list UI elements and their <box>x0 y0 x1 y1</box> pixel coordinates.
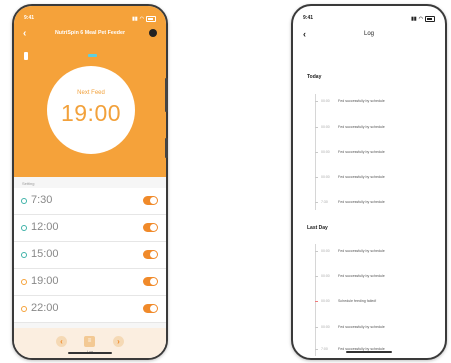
home-indicator <box>68 352 112 354</box>
battery-icon <box>146 16 156 22</box>
settings-icon[interactable] <box>149 29 157 37</box>
timeline-tick <box>315 349 318 350</box>
battery-icon <box>425 16 435 22</box>
device-battery-icon <box>24 52 28 60</box>
log-entry: 00:00 Fed successfully by schedule <box>311 98 439 106</box>
bottom-nav: ‹ ≡ › Log <box>14 328 166 358</box>
log-entry-message: Fed successfully by schedule <box>338 99 385 103</box>
log-entry-time: 7:00 <box>321 347 328 351</box>
clock-icon <box>21 198 27 204</box>
log-entry: 00:00 Fed successfully by schedule <box>311 149 439 157</box>
log-entry-time: 00:00 <box>321 249 330 253</box>
log-entry-time: 00:00 <box>321 125 330 129</box>
next-feed-time: 19:00 <box>60 100 122 126</box>
wifi-icon: ◠ <box>418 16 423 22</box>
home-indicator <box>346 351 392 353</box>
schedule-time: 12:00 <box>31 221 59 233</box>
status-time: 9:41 <box>24 15 35 21</box>
section-title-last-day: Last Day <box>307 225 328 231</box>
log-entry-message: Fed successfully by schedule <box>338 249 385 253</box>
clock-icon <box>21 252 27 258</box>
schedule-toggle[interactable] <box>143 196 158 205</box>
timeline-tick <box>315 327 318 328</box>
previous-icon[interactable]: ‹ <box>56 336 67 347</box>
timeline-tick <box>315 276 318 277</box>
status-time: 9:41 <box>303 15 314 21</box>
next-feed-dial: Next Feed 19:00 <box>47 66 135 154</box>
timeline-tick <box>315 251 318 252</box>
clock-icon <box>21 225 27 231</box>
next-icon[interactable]: › <box>113 336 124 347</box>
log-entry: 00:00 Fed successfully by schedule <box>311 324 439 332</box>
schedule-time: 19:00 <box>31 275 59 287</box>
clock-icon <box>21 306 27 312</box>
log-entry-message: Schedule feeding failed! <box>338 299 377 303</box>
schedule-row[interactable]: 12:00 <box>14 215 166 242</box>
schedule-row[interactable]: 15:00 <box>14 242 166 269</box>
log-entry-time: 00:00 <box>321 325 330 329</box>
feeder-title: NutriSpin 6 Meal Pet Feeder <box>54 30 126 36</box>
schedule-toggle[interactable] <box>143 250 158 259</box>
log-nav-header: ‹ Log <box>293 29 445 42</box>
schedule-toggle[interactable] <box>143 223 158 232</box>
feeder-nav-header: ‹ NutriSpin 6 Meal Pet Feeder <box>14 28 166 42</box>
timeline-tick <box>315 301 318 302</box>
timeline-tick <box>315 152 318 153</box>
page-title: Log <box>363 31 374 37</box>
feeder-phone: 9:41 ▮▮ ◠ ‹ NutriSpin 6 Meal Pet Feeder … <box>12 4 168 360</box>
schedule-time: 7:30 <box>31 194 53 206</box>
schedule-row[interactable]: 7:30 <box>14 188 166 215</box>
side-button <box>165 138 168 158</box>
log-icon[interactable]: ≡ <box>84 336 95 347</box>
log-entry-time: 00:00 <box>321 175 330 179</box>
log-entry-message: Fed successfully by schedule <box>338 274 385 278</box>
log-entry: 00:00 Fed successfully by schedule <box>311 174 439 182</box>
log-entry-message: Fed successfully by schedule <box>338 150 385 154</box>
schedule-row[interactable]: 22:00 <box>14 296 166 323</box>
timeline-tick <box>315 127 318 128</box>
timeline-tick <box>315 101 318 102</box>
log-entry-time: 00:00 <box>321 150 330 154</box>
status-bar: 9:41 ▮▮ ◠ <box>24 15 156 23</box>
schedule-toggle[interactable] <box>143 277 158 286</box>
log-entry-time: 7:30 <box>321 200 328 204</box>
log-entry-time: 00:00 <box>321 299 330 303</box>
log-entry-error: 00:00 Schedule feeding failed! <box>311 298 439 306</box>
log-entry: 7:30 Fed successfully by schedule <box>311 199 439 207</box>
schedule-time: 22:00 <box>31 302 59 314</box>
status-bar: 9:41 ▮▮ ◠ <box>303 15 435 23</box>
clock-icon <box>21 279 27 285</box>
schedule-toggle[interactable] <box>143 304 158 313</box>
log-entry-message: Fed successfully by schedule <box>338 325 385 329</box>
log-entry-time: 00:00 <box>321 274 330 278</box>
timeline-tick <box>315 202 318 203</box>
log-entry: 00:00 Fed successfully by schedule <box>311 248 439 256</box>
feed-indicator-icon <box>88 54 97 57</box>
wifi-icon: ◠ <box>139 16 144 22</box>
log-entry: 00:00 Fed successfully by schedule <box>311 273 439 281</box>
schedule-row[interactable]: 19:00 <box>14 269 166 296</box>
signal-icon: ▮▮ <box>411 16 417 22</box>
timeline-tick <box>315 177 318 178</box>
log-entry-time: 00:00 <box>321 99 330 103</box>
log-entry-message: Fed successfully by schedule <box>338 125 385 129</box>
schedule-header: Setting <box>22 181 35 186</box>
schedule-time: 15:00 <box>31 248 59 260</box>
signal-icon: ▮▮ <box>132 16 138 22</box>
log-phone: 9:41 ▮▮ ◠ ‹ Log Today 00:00 Fed successf… <box>291 4 447 360</box>
section-title-today: Today <box>307 74 322 80</box>
side-button <box>165 78 168 112</box>
log-entry-message: Fed successfully by schedule <box>338 200 385 204</box>
next-feed-label: Next Feed <box>77 90 105 96</box>
log-entry: 00:00 Fed successfully by schedule <box>311 124 439 132</box>
log-entry-message: Fed successfully by schedule <box>338 175 385 179</box>
